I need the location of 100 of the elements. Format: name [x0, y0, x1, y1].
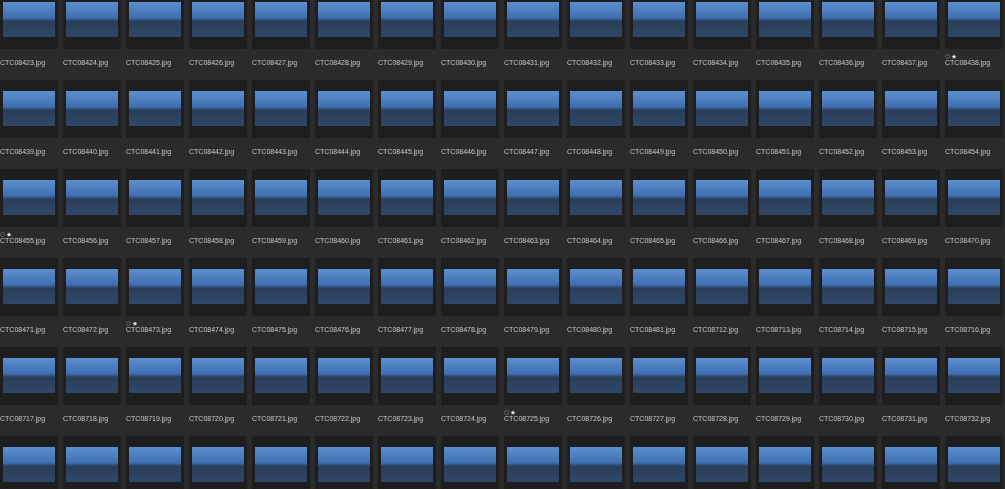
thumbnail-card[interactable]	[693, 169, 751, 227]
thumbnail-card[interactable]	[0, 80, 58, 138]
rating-icon[interactable]	[126, 320, 138, 326]
thumbnail-card[interactable]	[693, 436, 751, 489]
thumbnail-card[interactable]	[315, 0, 373, 49]
thumbnail-card[interactable]	[63, 347, 121, 405]
thumbnail-card[interactable]	[630, 0, 688, 49]
thumbnail-card[interactable]	[945, 258, 1003, 316]
thumbnail-card[interactable]	[504, 347, 562, 405]
thumbnail-card[interactable]	[252, 0, 310, 49]
thumbnail-card[interactable]	[63, 169, 121, 227]
thumbnail-card[interactable]	[567, 258, 625, 316]
thumbnail-card[interactable]	[441, 347, 499, 405]
thumbnail-card[interactable]	[441, 169, 499, 227]
thumbnail-card[interactable]	[882, 0, 940, 49]
thumbnail-card[interactable]	[882, 80, 940, 138]
thumbnail-card[interactable]	[567, 169, 625, 227]
thumbnail-card[interactable]	[252, 80, 310, 138]
thumbnail-card[interactable]	[189, 347, 247, 405]
thumbnail-card[interactable]	[756, 169, 814, 227]
thumbnail-card[interactable]	[693, 347, 751, 405]
thumbnail-card[interactable]	[441, 258, 499, 316]
thumbnail-card[interactable]	[126, 80, 184, 138]
thumbnail-card[interactable]	[252, 436, 310, 489]
thumbnail-card[interactable]	[189, 169, 247, 227]
thumbnail-card[interactable]	[945, 0, 1003, 49]
thumbnail-card[interactable]	[378, 258, 436, 316]
thumbnail-card[interactable]	[378, 436, 436, 489]
thumbnail-card[interactable]	[315, 80, 373, 138]
thumbnail-card[interactable]	[0, 0, 58, 49]
rating-icon[interactable]	[504, 409, 516, 415]
thumbnail-card[interactable]	[819, 347, 877, 405]
thumbnail-card[interactable]	[630, 347, 688, 405]
thumbnail-card[interactable]	[819, 80, 877, 138]
thumbnail-card[interactable]	[252, 347, 310, 405]
thumbnail-card[interactable]	[945, 436, 1003, 489]
thumbnail-card[interactable]	[63, 0, 121, 49]
thumbnail-card[interactable]	[630, 258, 688, 316]
thumbnail-card[interactable]	[315, 347, 373, 405]
thumbnail-card[interactable]	[882, 347, 940, 405]
thumbnail-card[interactable]	[0, 347, 58, 405]
thumbnail-card[interactable]	[126, 436, 184, 489]
thumbnail-card[interactable]	[819, 258, 877, 316]
thumbnail-card[interactable]	[756, 258, 814, 316]
thumbnail-card[interactable]	[630, 436, 688, 489]
thumbnail-card[interactable]	[189, 0, 247, 49]
thumbnail-card[interactable]	[252, 258, 310, 316]
thumbnail-card[interactable]	[378, 169, 436, 227]
thumbnail-card[interactable]	[315, 169, 373, 227]
thumbnail-card[interactable]	[504, 436, 562, 489]
thumbnail-card[interactable]	[441, 80, 499, 138]
rating-icon[interactable]	[0, 231, 12, 237]
thumbnail-card[interactable]	[504, 258, 562, 316]
thumbnail-card[interactable]	[567, 80, 625, 138]
thumbnail-card[interactable]	[378, 0, 436, 49]
thumbnail-card[interactable]	[819, 0, 877, 49]
thumbnail-card[interactable]	[819, 169, 877, 227]
thumbnail-card[interactable]	[63, 80, 121, 138]
thumbnail-card[interactable]	[882, 436, 940, 489]
thumbnail-card[interactable]	[945, 347, 1003, 405]
thumbnail-card[interactable]	[504, 169, 562, 227]
thumbnail-card[interactable]	[504, 0, 562, 49]
thumbnail-card[interactable]	[693, 80, 751, 138]
thumbnail-card[interactable]	[693, 258, 751, 316]
thumbnail-card[interactable]	[567, 0, 625, 49]
thumbnail-card[interactable]	[882, 169, 940, 227]
thumbnail-card[interactable]	[630, 169, 688, 227]
thumbnail-card[interactable]	[756, 80, 814, 138]
rating-icon[interactable]	[945, 53, 957, 59]
thumbnail-card[interactable]	[504, 80, 562, 138]
thumbnail-card[interactable]	[693, 0, 751, 49]
thumbnail-card[interactable]	[441, 436, 499, 489]
thumbnail-card[interactable]	[567, 347, 625, 405]
thumbnail-card[interactable]	[0, 169, 58, 227]
thumbnail-card[interactable]	[378, 347, 436, 405]
thumbnail-card[interactable]	[441, 0, 499, 49]
thumbnail-card[interactable]	[882, 258, 940, 316]
thumbnail-card[interactable]	[819, 436, 877, 489]
thumbnail-card[interactable]	[315, 436, 373, 489]
thumbnail-card[interactable]	[567, 436, 625, 489]
thumbnail-card[interactable]	[126, 258, 184, 316]
thumbnail-card[interactable]	[315, 258, 373, 316]
thumbnail-card[interactable]	[0, 258, 58, 316]
thumbnail-card[interactable]	[126, 347, 184, 405]
thumbnail-card[interactable]	[189, 258, 247, 316]
thumbnail-card[interactable]	[189, 80, 247, 138]
thumbnail-card[interactable]	[63, 436, 121, 489]
thumbnail-card[interactable]	[0, 436, 58, 489]
thumbnail-card[interactable]	[756, 347, 814, 405]
thumbnail-card[interactable]	[189, 436, 247, 489]
thumbnail-card[interactable]	[63, 258, 121, 316]
thumbnail-card[interactable]	[378, 80, 436, 138]
thumbnail-card[interactable]	[945, 80, 1003, 138]
thumbnail-card[interactable]	[252, 169, 310, 227]
thumbnail-card[interactable]	[756, 0, 814, 49]
thumbnail-card[interactable]	[126, 169, 184, 227]
thumbnail-card[interactable]	[756, 436, 814, 489]
thumbnail-card[interactable]	[945, 169, 1003, 227]
thumbnail-card[interactable]	[630, 80, 688, 138]
thumbnail-card[interactable]	[126, 0, 184, 49]
